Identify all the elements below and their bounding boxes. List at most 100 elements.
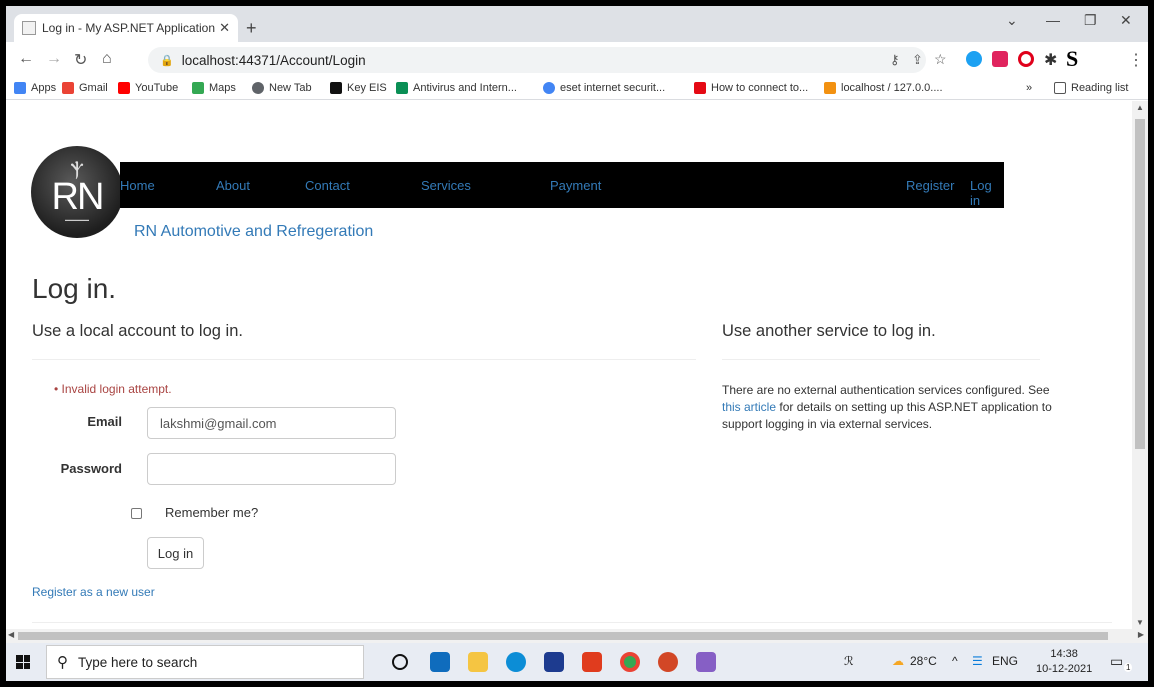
youtube-icon	[118, 82, 130, 94]
password-label: Password	[60, 461, 122, 476]
scroll-down-icon[interactable]: ▼	[1136, 618, 1144, 627]
google-icon	[543, 82, 555, 94]
divider-local	[32, 359, 696, 360]
site-brand[interactable]: RN Automotive and Refregeration	[134, 223, 373, 241]
taskbar-search-placeholder: Type here to search	[78, 654, 198, 670]
scroll-right-icon[interactable]: ▶	[1138, 630, 1144, 639]
extension-opera-icon[interactable]	[1018, 51, 1034, 67]
remember-me-label[interactable]: Remember me?	[165, 505, 258, 520]
login-submit-button[interactable]: Log in	[147, 537, 204, 569]
store-icon[interactable]	[544, 652, 564, 672]
nav-contact[interactable]: Contact	[305, 178, 350, 193]
browser-tab[interactable]: Log in - My ASP.NET Application ✕	[14, 14, 238, 42]
bookmarks-overflow[interactable]: »	[1026, 82, 1032, 94]
nav-home[interactable]: Home	[120, 178, 155, 193]
bookmark-localhost[interactable]: localhost / 127.0.0....	[824, 82, 943, 94]
notification-center-icon[interactable]: ▭	[1110, 653, 1123, 670]
bookmark-key-eis[interactable]: Key EIS	[330, 82, 387, 94]
site-navbar: Home About Contact Services Payment Regi…	[120, 162, 1004, 208]
bookmark-star-icon[interactable]: ☆	[934, 51, 947, 68]
external-login-heading: Use another service to log in.	[722, 322, 936, 340]
nav-payment[interactable]: Payment	[550, 178, 601, 193]
tab-search-chevron-icon[interactable]: ⌄	[1006, 12, 1018, 29]
file-explorer-icon[interactable]	[468, 652, 488, 672]
powerpoint-icon[interactable]	[658, 652, 678, 672]
logo-text: RN	[51, 175, 105, 218]
notification-count: 1	[1124, 663, 1133, 672]
visual-studio-icon[interactable]	[696, 652, 716, 672]
bookmark-antivirus[interactable]: Antivirus and Intern...	[396, 82, 517, 94]
bookmark-apps[interactable]: Apps	[14, 82, 56, 94]
scroll-up-icon[interactable]: ▲	[1136, 103, 1144, 112]
bookmark-how-to-connect[interactable]: How to connect to...	[694, 82, 808, 94]
horizontal-scrollbar[interactable]: ◀ ▶	[6, 629, 1148, 643]
new-tab-icon[interactable]: +	[246, 18, 257, 39]
footer-divider	[32, 622, 1112, 623]
forward-icon[interactable]: →	[46, 50, 62, 68]
horizontal-scroll-thumb[interactable]	[18, 632, 1108, 640]
bookmark-youtube[interactable]: YouTube	[118, 82, 178, 94]
weather-icon[interactable]: ☁	[892, 654, 904, 668]
windows-taskbar: ⚲ Type here to search ℛ ☁ 28°C ^ ☰ ENG 1…	[6, 643, 1148, 681]
taskbar-clock[interactable]: 14:38 10-12-2021	[1036, 647, 1092, 677]
external-info-text-before: There are no external authentication ser…	[722, 383, 1050, 397]
nav-login[interactable]: Log in	[970, 178, 1004, 208]
extension-pocket-icon[interactable]	[992, 51, 1008, 67]
profile-s-icon[interactable]: S	[1066, 46, 1078, 72]
phpmyadmin-icon	[824, 82, 836, 94]
restore-icon[interactable]: ❐	[1084, 12, 1097, 29]
vivaldi-v-icon	[694, 82, 706, 94]
nav-register[interactable]: Register	[906, 178, 954, 193]
clock-date: 10-12-2021	[1036, 663, 1093, 675]
extensions-puzzle-icon[interactable]: ✱	[1044, 50, 1057, 70]
people-icon[interactable]: ℛ	[844, 654, 854, 668]
show-hidden-icons-icon[interactable]: ^	[952, 654, 958, 668]
office-icon[interactable]	[582, 652, 602, 672]
register-new-user-link[interactable]: Register as a new user	[32, 585, 155, 599]
globe-icon	[252, 82, 264, 94]
menu-kebab-icon[interactable]: ⋮	[1128, 50, 1144, 70]
password-field[interactable]	[147, 453, 396, 485]
back-icon[interactable]: ←	[18, 50, 34, 68]
bookmark-eset[interactable]: eset internet securit...	[543, 82, 665, 94]
address-text: localhost:44371/Account/Login	[181, 52, 366, 68]
key-icon[interactable]: ⚷	[890, 52, 900, 68]
antivirus-icon	[396, 82, 408, 94]
home-icon[interactable]: ⌂	[102, 50, 112, 68]
bookmark-maps[interactable]: Maps	[192, 82, 236, 94]
vertical-scrollbar[interactable]: ▲ ▼	[1132, 101, 1148, 629]
windows-start-icon[interactable]	[16, 655, 30, 669]
reading-list[interactable]: Reading list	[1054, 82, 1128, 94]
vertical-scroll-thumb[interactable]	[1135, 119, 1145, 449]
lock-icon: 🔒	[160, 54, 174, 67]
search-icon: ⚲	[57, 654, 68, 671]
close-tab-icon[interactable]: ✕	[219, 20, 230, 36]
address-bar[interactable]: 🔒 localhost:44371/Account/Login	[148, 47, 926, 73]
this-article-link[interactable]: this article	[722, 400, 776, 414]
language-indicator[interactable]: ENG	[992, 654, 1018, 668]
extension-telegram-icon[interactable]	[966, 51, 982, 67]
edge-icon[interactable]	[506, 652, 526, 672]
share-icon[interactable]: ⇪	[912, 52, 923, 68]
chrome-icon[interactable]	[620, 652, 640, 672]
weather-temp[interactable]: 28°C	[910, 654, 937, 668]
minimize-icon[interactable]: —	[1046, 12, 1060, 28]
nav-about[interactable]: About	[216, 178, 250, 193]
external-auth-info: There are no external authentication ser…	[722, 382, 1052, 433]
taskbar-search[interactable]: ⚲ Type here to search	[46, 645, 364, 679]
close-window-icon[interactable]: ✕	[1120, 12, 1132, 29]
cortana-icon[interactable]	[392, 654, 408, 670]
email-label: Email	[87, 414, 122, 429]
network-icon[interactable]: ☰	[972, 654, 983, 668]
scroll-left-icon[interactable]: ◀	[8, 630, 14, 639]
mail-icon[interactable]	[430, 652, 450, 672]
bookmark-gmail[interactable]: Gmail	[62, 82, 108, 94]
bookmarks-bar: Apps Gmail YouTube Maps New Tab Key EIS …	[6, 78, 1148, 100]
site-logo[interactable]: Ⲯ RN ▬▬▬▬▬▬	[31, 146, 123, 238]
nav-services[interactable]: Services	[421, 178, 471, 193]
bookmark-new-tab[interactable]: New Tab	[252, 82, 312, 94]
tab-title: Log in - My ASP.NET Application	[42, 21, 215, 35]
remember-me-checkbox[interactable]	[131, 508, 142, 519]
reload-icon[interactable]: ↻	[74, 50, 87, 70]
email-field[interactable]	[147, 407, 396, 439]
